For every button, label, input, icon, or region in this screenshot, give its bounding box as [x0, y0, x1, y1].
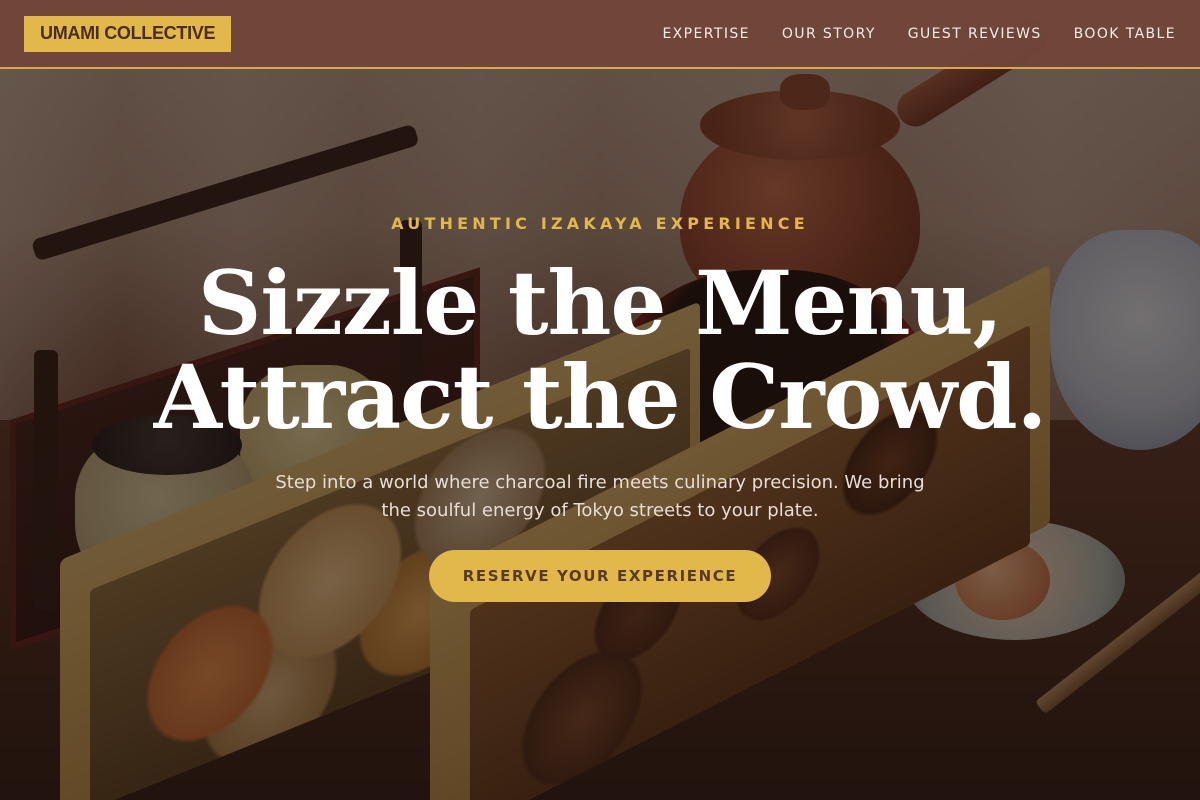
logo[interactable]: UMAMI COLLECTIVE — [24, 15, 232, 52]
nav-link-our-story[interactable]: OUR STORY — [782, 26, 876, 42]
nav-link-guest-reviews[interactable]: GUEST REVIEWS — [908, 26, 1042, 42]
reserve-button[interactable]: RESERVE YOUR EXPERIENCE — [429, 550, 771, 602]
main-nav: EXPERTISE OUR STORY GUEST REVIEWS BOOK T… — [662, 26, 1176, 42]
nav-link-expertise[interactable]: EXPERTISE — [662, 26, 749, 42]
hero-subtext: Step into a world where charcoal fire me… — [275, 472, 925, 521]
site-header: UMAMI COLLECTIVE EXPERTISE OUR STORY GUE… — [0, 0, 1200, 69]
hero-eyebrow: AUTHENTIC IZAKAYA EXPERIENCE — [391, 214, 809, 233]
hero-headline-line-2: Attract the Crowd. — [153, 345, 1048, 449]
hero-section: AUTHENTIC IZAKAYA EXPERIENCE Sizzle the … — [0, 0, 1200, 800]
hero-headline-line-1: Sizzle the Menu, — [197, 251, 1003, 355]
nav-link-book-table[interactable]: BOOK TABLE — [1074, 26, 1176, 42]
hero-headline: Sizzle the Menu, Attract the Crowd. — [0, 256, 1200, 444]
